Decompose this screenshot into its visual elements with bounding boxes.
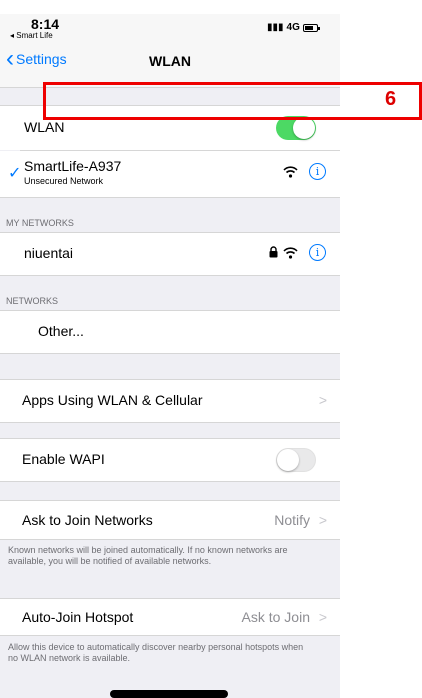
- connected-network-row[interactable]: ✓ SmartLife-A937 Unsecured Network i: [0, 151, 340, 197]
- divider: [0, 422, 340, 423]
- other-network-label: Other...: [38, 323, 84, 339]
- battery-icon: [302, 23, 320, 32]
- chevron-right-icon: >: [318, 392, 327, 408]
- networks-header: NETWORKS: [6, 296, 59, 306]
- enable-wapi-label: Enable WAPI: [22, 451, 105, 467]
- auto-join-hotspot-row[interactable]: Auto-Join Hotspot Ask to Join >: [0, 599, 340, 635]
- apps-using-wlan-row[interactable]: Apps Using WLAN & Cellular >: [0, 380, 340, 422]
- ask-to-join-row[interactable]: Ask to Join Networks Notify >: [0, 501, 340, 539]
- divider: [0, 197, 340, 198]
- home-indicator: [110, 690, 228, 698]
- auto-join-hotspot-value: Ask to Join: [241, 609, 310, 625]
- wifi-icon: [283, 247, 298, 259]
- divider: [0, 539, 340, 540]
- other-network-row[interactable]: Other...: [0, 311, 340, 353]
- auto-join-hotspot-footer: Allow this device to automatically disco…: [8, 642, 304, 663]
- ask-to-join-value: Notify: [274, 512, 310, 528]
- enable-wapi-row: Enable WAPI: [0, 439, 340, 481]
- chevron-right-icon: >: [318, 609, 327, 625]
- top-strip: [0, 0, 422, 14]
- ask-to-join-label: Ask to Join Networks: [22, 512, 153, 528]
- network-row-niuentai[interactable]: niuentai i: [0, 233, 340, 275]
- toggle-knob: [293, 117, 315, 139]
- connected-network-subtitle: Unsecured Network: [24, 176, 104, 186]
- network-name: niuentai: [24, 245, 74, 261]
- signal-bars-icon: ▮▮▮: [267, 22, 284, 33]
- ask-to-join-footer: Known networks will be joined automatica…: [8, 545, 288, 566]
- checkmark-icon: ✓: [8, 165, 22, 182]
- info-icon[interactable]: i: [309, 244, 326, 261]
- page-title: WLAN: [149, 53, 191, 69]
- auto-join-hotspot-label: Auto-Join Hotspot: [22, 609, 134, 625]
- wapi-toggle[interactable]: [276, 448, 316, 472]
- wifi-icon: [283, 166, 298, 178]
- wlan-label: WLAN: [24, 119, 65, 135]
- chevron-right-icon: >: [318, 512, 327, 528]
- divider: [0, 635, 340, 636]
- my-networks-header: MY NETWORKS: [6, 218, 74, 228]
- connected-network-name: SmartLife-A937: [24, 158, 122, 174]
- apps-using-wlan-label: Apps Using WLAN & Cellular: [22, 392, 203, 408]
- signal-indicator: ▮▮▮ 4G: [267, 22, 320, 33]
- divider: [0, 481, 340, 482]
- back-to-app-link[interactable]: ◂ Smart Life: [10, 31, 53, 40]
- status-bar: 8:14 ◂ Smart Life ▮▮▮ 4G: [0, 14, 340, 44]
- annotation-box: [43, 82, 422, 120]
- info-icon[interactable]: i: [309, 163, 326, 180]
- toggle-knob: [277, 449, 299, 471]
- carrier-label: 4G: [286, 22, 300, 33]
- annotation-number: 6: [385, 88, 397, 110]
- lock-icon: [269, 246, 278, 258]
- divider: [0, 353, 340, 354]
- divider: [0, 275, 340, 276]
- status-time: 8:14: [31, 16, 60, 32]
